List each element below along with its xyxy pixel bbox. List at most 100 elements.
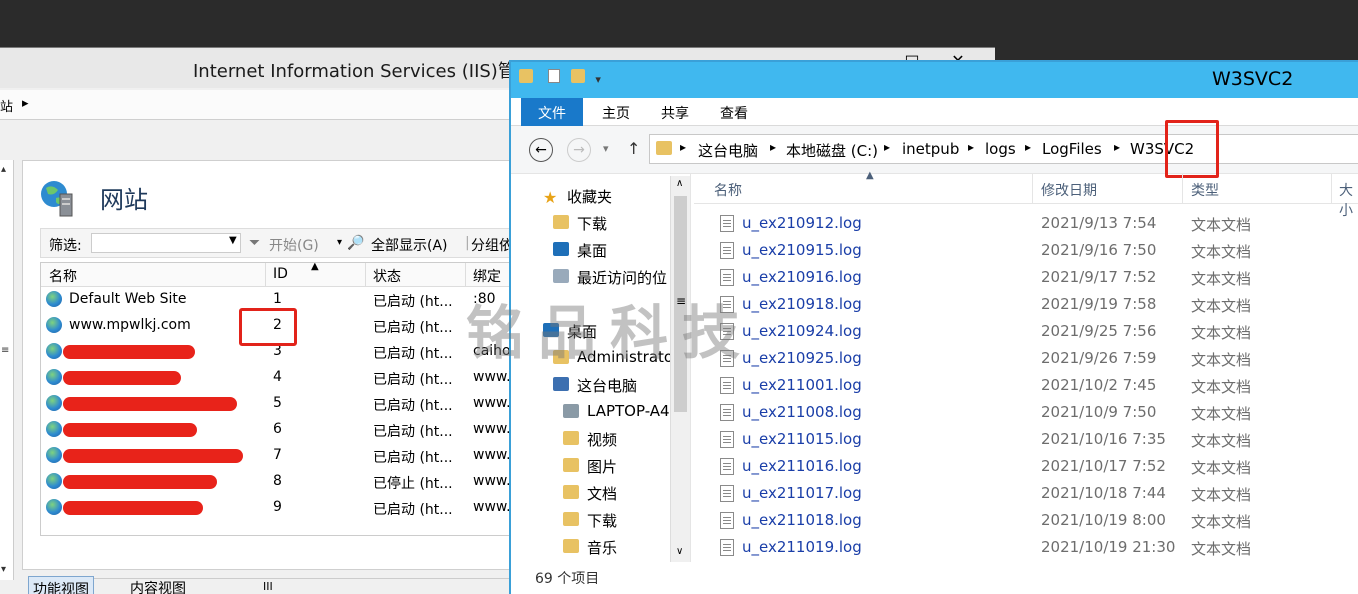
breadcrumb-item[interactable]: LogFiles [1042,140,1102,158]
up-arrow-icon[interactable]: ↑ [627,139,640,158]
column-header-name[interactable]: 名称 [714,180,742,200]
site-binding: www. [473,395,510,411]
text-file-icon [720,539,734,556]
file-date: 2021/9/16 7:50 [1041,241,1157,259]
chevron-right-icon[interactable]: ▸ [680,140,686,154]
table-row[interactable]: 9 已启动 (ht... www. [41,495,510,521]
nav-item[interactable]: 图片 [587,456,617,477]
quick-access-toolbar[interactable]: ▾ [519,69,601,87]
tab-share[interactable]: 共享 [661,103,689,123]
scroll-down-icon[interactable]: ∨ [676,546,683,557]
column-header-date[interactable]: 修改日期 [1041,180,1097,200]
sort-ascending-icon: ▲ [311,262,319,272]
table-row[interactable]: 5 已启动 (ht... www. [41,391,510,417]
file-row[interactable]: u_ex210915.log 2021/9/16 7:50 文本文档 [694,237,1358,264]
table-row[interactable]: 7 已启动 (ht... www. [41,443,509,469]
chevron-right-icon[interactable]: ▸ [22,96,29,111]
file-row[interactable]: u_ex211015.log 2021/10/16 7:35 文本文档 [694,426,1358,453]
show-all-icon[interactable]: 🔎 [347,235,364,251]
column-header-binding[interactable]: 绑定 [473,266,501,286]
breadcrumb-item[interactable]: logs [985,140,1016,158]
column-header-type[interactable]: 类型 [1191,180,1219,200]
chevron-right-icon[interactable]: ▸ [1114,140,1120,154]
file-row[interactable]: u_ex211001.log 2021/10/2 7:45 文本文档 [694,372,1358,399]
file-row[interactable]: u_ex210918.log 2021/9/19 7:58 文本文档 [694,291,1358,318]
breadcrumb-item[interactable]: 这台电脑 [698,140,758,161]
documents-folder-icon [563,485,579,499]
file-row[interactable]: u_ex211008.log 2021/10/9 7:50 文本文档 [694,399,1358,426]
nav-item[interactable]: 视频 [587,429,617,450]
table-row[interactable]: 8 已停止 (ht... www. [41,469,510,495]
chevron-right-icon[interactable]: ▸ [1025,140,1031,154]
scroll-up-icon[interactable]: ▴ [1,164,6,175]
table-row[interactable]: 6 已启动 (ht... www. [41,417,509,443]
back-button[interactable]: ← [529,138,553,162]
address-bar[interactable]: ▸ 这台电脑 ▸ 本地磁盘 (C:) ▸ inetpub ▸ logs ▸ Lo… [649,134,1358,164]
horizontal-scrollbar[interactable]: ◂ III [40,578,510,594]
dropdown-arrow-icon[interactable]: ▾ [337,237,342,248]
scroll-up-icon[interactable]: ∧ [676,178,683,189]
filter-dropdown-icon[interactable]: ▼ [229,235,237,246]
funnel-icon[interactable]: ⏷ [249,235,260,251]
nav-item[interactable]: 这台电脑 [577,375,637,396]
download-folder-icon [563,512,579,526]
breadcrumb-item[interactable]: inetpub [902,140,959,158]
file-date: 2021/10/16 7:35 [1041,430,1166,448]
start-filter-button[interactable]: 开始(G) [269,235,319,255]
column-header-name[interactable]: 名称 [49,266,77,286]
filter-input[interactable] [91,233,241,253]
file-row[interactable]: u_ex210916.log 2021/9/17 7:52 文本文档 [694,264,1358,291]
nav-item[interactable]: 收藏夹 [567,186,612,207]
iis-connections-pane[interactable]: ▴ ≡ ▾ [0,160,14,580]
file-type: 文本文档 [1191,216,1252,234]
file-date: 2021/9/13 7:54 [1041,214,1157,232]
nav-item[interactable]: 桌面 [577,240,607,261]
file-type: 文本文档 [1191,378,1252,396]
file-row[interactable]: u_ex211018.log 2021/10/19 8:00 文本文档 [694,507,1358,534]
column-header-id[interactable]: ID [273,266,288,282]
nav-item[interactable]: 下载 [587,510,617,531]
file-row[interactable]: u_ex211016.log 2021/10/17 7:52 文本文档 [694,453,1358,480]
recent-locations-icon[interactable]: ▾ [603,142,609,155]
nav-item-partial[interactable]: 站 [0,96,13,115]
file-row[interactable]: u_ex210925.log 2021/9/26 7:59 文本文档 [694,345,1358,372]
sites-toolbar: 筛选: ▼ ⏷ 开始(G) ▾ 🔎 全部显示(A) | 分组依 [40,228,513,258]
music-folder-icon [563,539,579,553]
nav-item[interactable]: 文档 [587,483,617,504]
tab-file[interactable]: 文件 [521,98,583,126]
table-row[interactable]: 4 已启动 (ht... www. [41,365,509,391]
chevron-right-icon[interactable]: ▸ [770,140,776,154]
file-date: 2021/9/25 7:56 [1041,322,1157,340]
chevron-right-icon[interactable]: ▸ [884,140,890,154]
nav-item[interactable]: 最近访问的位 [577,267,667,288]
nav-item[interactable]: 下载 [577,213,607,234]
tab-content-view[interactable]: 内容视图 [126,576,190,594]
properties-icon[interactable] [547,69,560,83]
column-header-status[interactable]: 状态 [373,266,401,286]
site-name: Default Web Site [69,291,187,307]
tab-view[interactable]: 查看 [720,103,748,123]
site-binding: www. [473,499,510,515]
site-binding: www. [473,473,510,489]
breadcrumb-item[interactable]: 本地磁盘 (C:) [786,140,878,161]
file-row[interactable]: u_ex210924.log 2021/9/25 7:56 文本文档 [694,318,1358,345]
group-by-button[interactable]: 分组依 [471,235,513,255]
sites-title: 网站 [100,186,148,214]
nav-item[interactable]: 音乐 [587,537,617,558]
scroll-down-icon[interactable]: ▾ [1,564,6,575]
forward-button[interactable]: → [567,138,591,162]
nav-item[interactable]: LAPTOP-A4 [587,402,670,420]
new-folder-icon[interactable] [570,69,585,83]
splitter-grip-icon[interactable]: ≡ [1,345,9,356]
tab-features-view[interactable]: 功能视图 [28,576,94,594]
file-row[interactable]: u_ex211019.log 2021/10/19 21:30 文本文档 [694,534,1358,561]
chevron-right-icon[interactable]: ▸ [968,140,974,154]
scroll-thumb-grip[interactable]: III [263,580,273,593]
file-row[interactable]: u_ex210912.log 2021/9/13 7:54 文本文档 [694,210,1358,237]
text-file-icon [720,485,734,502]
file-row[interactable]: u_ex211017.log 2021/10/18 7:44 文本文档 [694,480,1358,507]
show-all-button[interactable]: 全部显示(A) [371,235,448,255]
folder-icon[interactable] [519,69,533,83]
tab-home[interactable]: 主页 [602,103,630,123]
customize-dropdown-icon[interactable]: ▾ [595,73,601,86]
